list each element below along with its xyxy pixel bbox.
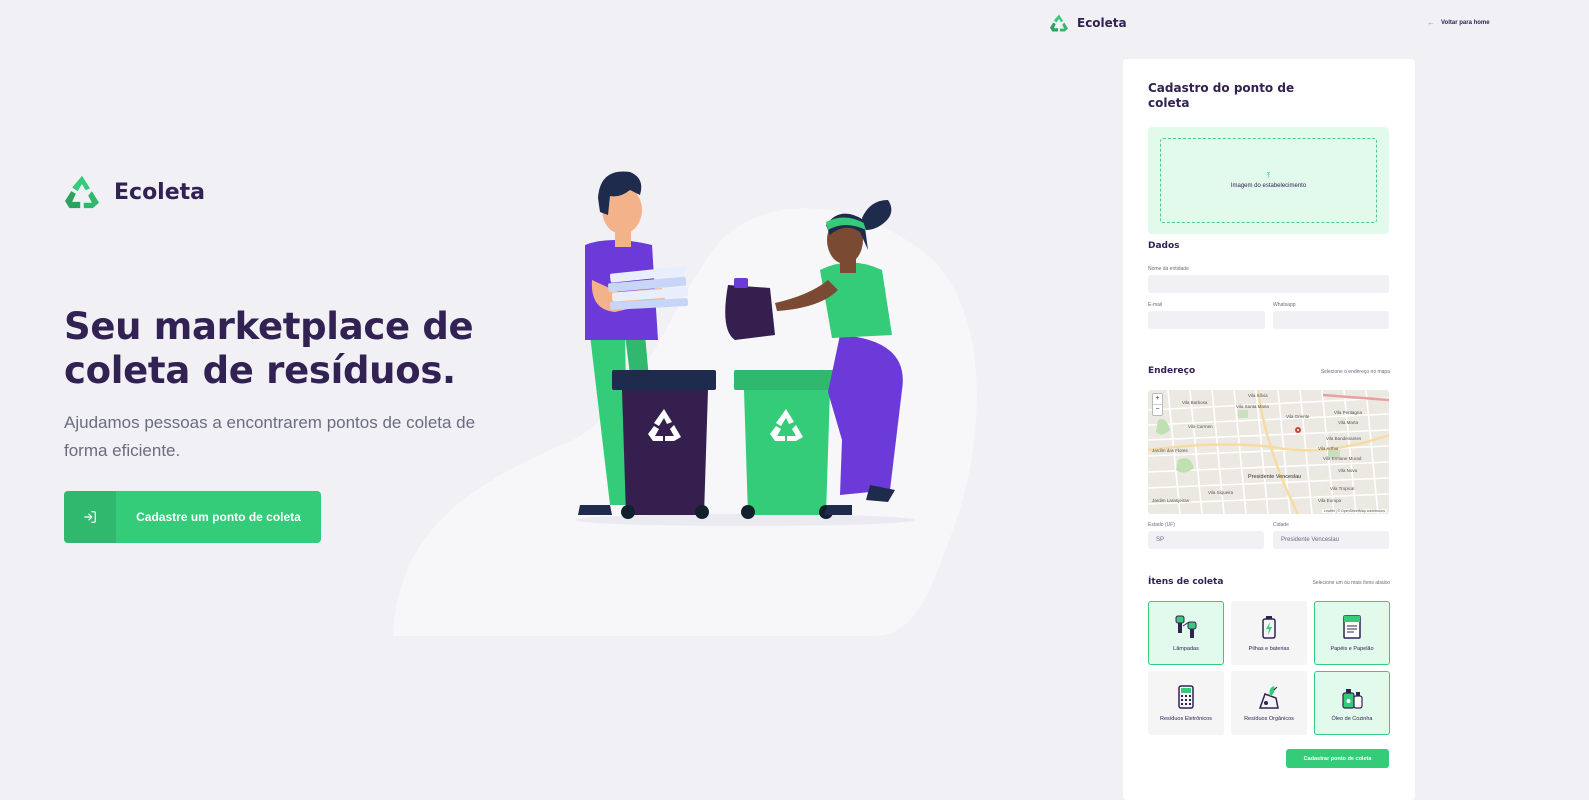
city-select[interactable]: Presidente Venceslau xyxy=(1273,531,1389,549)
map-street-label: Vila Tropical xyxy=(1330,486,1354,491)
map-street-label: Vila Sílvia xyxy=(1248,393,1268,398)
itens-hint: Selecione um ou mais ítens abaixo xyxy=(1312,580,1390,586)
item-label: Resíduos Eletrônicos xyxy=(1160,715,1212,722)
map-street-label: Jardim das Flores xyxy=(1152,448,1189,453)
zoom-out-button[interactable]: − xyxy=(1153,404,1162,415)
item-pilhas[interactable]: Pilhas e baterias xyxy=(1231,601,1307,665)
dropzone-label: Imagem do estabelecimento xyxy=(1230,183,1307,189)
whatsapp-label: Whatsapp xyxy=(1273,302,1296,308)
item-label: Lâmpadas xyxy=(1173,645,1199,652)
map-street-label: Vila Marta xyxy=(1338,420,1359,425)
organic-icon xyxy=(1258,685,1279,709)
entity-name-input[interactable] xyxy=(1148,275,1389,293)
item-label: Papéis e Papelão xyxy=(1330,645,1374,652)
calculator-icon xyxy=(1178,684,1194,709)
upload-icon: ⤒ xyxy=(1266,171,1271,180)
battery-icon xyxy=(1262,615,1276,639)
endereco-hint: Selecione o endereço no mapa xyxy=(1320,369,1390,375)
uf-label: Estado (UF) xyxy=(1148,522,1175,528)
item-eletronicos[interactable]: Resíduos Eletrônicos xyxy=(1148,671,1224,735)
dados-legend: Dados xyxy=(1148,241,1180,251)
home-logo[interactable]: Ecoleta xyxy=(64,175,205,209)
map-street-label: Vila Barbosa xyxy=(1182,400,1208,405)
dropzone-inner: ⤒ Imagem do estabelecimento xyxy=(1160,138,1377,223)
map-city-label: Presidente Venceslau xyxy=(1248,474,1301,480)
recycling-people-illustration xyxy=(575,171,915,526)
city-label: Cidade xyxy=(1273,522,1289,528)
email-label: E-mail xyxy=(1148,302,1163,308)
item-lampadas[interactable]: Lâmpadas xyxy=(1148,601,1224,665)
item-label: Pilhas e baterias xyxy=(1248,645,1290,652)
map-street-label: Vila Ermane Murad xyxy=(1323,456,1362,461)
back-home-link[interactable]: ← Voltar para home xyxy=(1427,18,1490,27)
brand-name-small: Ecoleta xyxy=(1077,16,1127,30)
map-attribution[interactable]: Leaflet | © OpenStreetMap contributors xyxy=(1322,509,1387,513)
brand-name: Ecoleta xyxy=(114,179,206,205)
register-point-label: Cadastre um ponto de coleta xyxy=(136,510,301,524)
endereco-legend: Endereço xyxy=(1148,366,1196,376)
map-street-label: Vila Siqueira xyxy=(1208,490,1234,495)
map-street-label: Jardim Laranjeiras xyxy=(1152,498,1190,503)
form-title: Cadastro do ponto de coleta xyxy=(1148,81,1295,110)
item-label: Óleo de Cozinha xyxy=(1331,715,1373,722)
back-home-label: Voltar para home xyxy=(1441,19,1490,26)
image-dropzone[interactable]: ⤒ Imagem do estabelecimento xyxy=(1148,127,1389,234)
register-point-button[interactable]: Cadastre um ponto de coleta xyxy=(64,491,321,543)
item-label: Resíduos Orgânicos xyxy=(1244,715,1294,722)
paper-icon xyxy=(1343,614,1361,639)
recycle-logo-icon xyxy=(65,175,99,209)
lamp-icon xyxy=(1175,615,1197,638)
map-street-label: Vila Carmen xyxy=(1188,424,1213,429)
item-oleo[interactable]: Óleo de Cozinha xyxy=(1314,671,1390,735)
address-map[interactable]: Vila Barbosa Vila Sílvia Vila Santa Mari… xyxy=(1148,390,1389,514)
entity-name-label: Nome da entidade xyxy=(1148,266,1189,272)
whatsapp-input[interactable] xyxy=(1273,311,1389,329)
map-street-label: Vila Europa xyxy=(1318,498,1342,503)
map-zoom-control: + − xyxy=(1152,393,1163,416)
screen: Ecoleta Seu marketplace de coleta de res… xyxy=(0,0,1589,800)
itens-legend: Ítens de coleta xyxy=(1148,577,1224,587)
recycle-logo-icon xyxy=(1050,14,1068,32)
map-street-label: Vila Pentagna xyxy=(1334,410,1362,415)
uf-select[interactable]: SP xyxy=(1148,531,1264,549)
map-street-label: Vila Oriente xyxy=(1286,414,1310,419)
arrow-left-icon: ← xyxy=(1427,18,1435,27)
oil-bottle-icon xyxy=(1342,688,1363,709)
log-in-icon xyxy=(64,491,116,543)
submit-point-button[interactable]: Cadastrar ponto de coleta xyxy=(1286,749,1389,768)
items-grid: Lâmpadas Pilhas e baterias Papéis e Pape… xyxy=(1148,601,1390,735)
item-papeis[interactable]: Papéis e Papelão xyxy=(1314,601,1390,665)
map-tiles: Vila Barbosa Vila Sílvia Vila Santa Mari… xyxy=(1148,390,1389,514)
create-point-form: Cadastro do ponto de coleta ⤒ Imagem do … xyxy=(1123,59,1415,800)
map-street-label: Vila Santa Maria xyxy=(1236,404,1269,409)
email-input[interactable] xyxy=(1148,311,1265,329)
map-street-label: Vila Nova xyxy=(1338,468,1358,473)
map-street-label: Vila Arthur xyxy=(1318,446,1339,451)
item-organicos[interactable]: Resíduos Orgânicos xyxy=(1231,671,1307,735)
map-street-label: Vila Bandeirantes xyxy=(1326,436,1362,441)
form-logo[interactable]: Ecoleta xyxy=(1049,14,1127,32)
zoom-in-button[interactable]: + xyxy=(1153,394,1162,404)
